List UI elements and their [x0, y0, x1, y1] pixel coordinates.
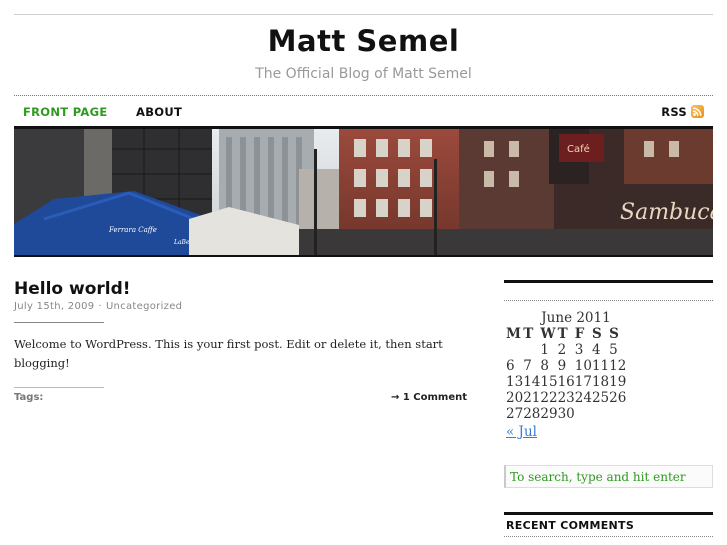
weekday: S: [609, 326, 619, 342]
calendar-day: 27: [506, 406, 524, 422]
calendar-day: 22: [540, 390, 558, 406]
calendar-week: 12345: [506, 342, 626, 358]
rss-feed-icon[interactable]: [691, 105, 704, 118]
nav-item-about[interactable]: ABOUT: [136, 105, 182, 119]
calendar-day: [609, 406, 626, 422]
sidebar-dotted-rule: [504, 300, 713, 301]
search-input[interactable]: [504, 465, 713, 488]
header-banner-image: Ferrara Caffe LaBella Ferrara Caffe Café…: [14, 126, 713, 257]
calendar-prev-link[interactable]: « Jul: [506, 424, 706, 440]
tags-rule: [14, 387, 104, 388]
calendar-day: 9: [557, 358, 567, 374]
calendar-day: 14: [523, 374, 541, 390]
calendar-day: 7: [523, 358, 532, 374]
calendar-day: 8: [540, 358, 549, 374]
sambuca-sign: Sambuca: [620, 200, 713, 225]
calendar-day: 25: [591, 390, 610, 406]
calendar-table: M T W T F S S 1 2 3 4 5 6 7 8 9 10 11 12 13 14 15 16 17 1…: [506, 326, 626, 422]
calendar-day: 1: [540, 342, 549, 358]
calendar-day: 6: [506, 358, 515, 374]
site-title[interactable]: Matt Semel: [0, 24, 727, 58]
sidebar-section-bar: [504, 512, 713, 515]
calendar-day: 4: [591, 342, 601, 358]
nav-item-front-page[interactable]: FRONT PAGE: [23, 105, 108, 119]
weekday: T: [557, 326, 568, 342]
weekday: M: [506, 326, 521, 342]
calendar-weekdays: M T W T F S S: [506, 326, 626, 342]
post-date: July 15th, 2009: [14, 301, 95, 312]
calendar-day: 23: [557, 390, 575, 406]
weekday: T: [523, 326, 534, 342]
calendar-day: 12: [609, 358, 627, 374]
calendar-day: 17: [574, 374, 592, 390]
calendar-day: 2: [557, 342, 567, 358]
recent-comments-title: RECENT COMMENTS: [506, 519, 635, 532]
calendar-day: [506, 342, 523, 358]
comments-link[interactable]: → 1 Comment: [391, 392, 467, 403]
calendar-day: [592, 406, 609, 422]
calendar-day: 28: [523, 406, 541, 422]
post-body: Welcome to WordPress. This is your first…: [14, 337, 443, 370]
calendar-day: 18: [591, 374, 610, 390]
post-title-rule: [14, 322, 104, 323]
calendar-day: 15: [540, 374, 558, 390]
weekday: S: [591, 326, 602, 342]
calendar-day: [575, 406, 592, 422]
svg-text:Café: Café: [567, 143, 590, 155]
calendar-day: 24: [574, 390, 592, 406]
street-photo-icon: Ferrara Caffe LaBella Ferrara Caffe Café…: [14, 129, 713, 255]
calendar-day: 26: [609, 390, 627, 406]
weekday: W: [540, 326, 556, 342]
meta-separator: ·: [98, 301, 102, 312]
calendar-week: 27 28 29 30: [506, 406, 626, 422]
calendar-day: 5: [609, 342, 618, 358]
calendar-day: 30: [557, 406, 575, 422]
calendar-widget: June 2011 M T W T F S S 1 2 3 4 5 6 7 8 9 10 11 12 1…: [506, 310, 706, 440]
post-meta: July 15th, 2009 · Uncategorized: [14, 301, 182, 312]
calendar-day: 21: [523, 390, 541, 406]
header-top-rule: [14, 14, 713, 15]
main-nav: FRONT PAGE ABOUT RSS: [14, 95, 713, 126]
calendar-day: 20: [506, 390, 524, 406]
calendar-day: 11: [591, 358, 610, 374]
calendar-week: 6 7 8 9 10 11 12: [506, 358, 626, 374]
calendar-day: 3: [574, 342, 584, 358]
calendar-caption: June 2011: [541, 310, 611, 326]
calendar-day: 29: [540, 406, 558, 422]
calendar-day: 10: [574, 358, 592, 374]
awning-sign-ferrara: Ferrara Caffe: [108, 226, 157, 234]
weekday: F: [574, 326, 585, 342]
calendar-week: 20 21 22 23 24 25 26: [506, 390, 626, 406]
post-title[interactable]: Hello world!: [14, 279, 131, 299]
post-category-link[interactable]: Uncategorized: [106, 301, 182, 312]
rss-link[interactable]: RSS: [661, 105, 687, 119]
sidebar-top-bar: [504, 280, 713, 283]
sidebar-dotted-rule-2: [504, 536, 713, 537]
calendar-day: 16: [557, 374, 575, 390]
calendar-day: [523, 342, 540, 358]
site-description: The Official Blog of Matt Semel: [255, 66, 472, 82]
calendar-day: 19: [609, 374, 627, 390]
tags-label: Tags:: [14, 392, 44, 403]
calendar-day: 13: [506, 374, 524, 390]
calendar-week: 13 14 15 16 17 18 19: [506, 374, 626, 390]
